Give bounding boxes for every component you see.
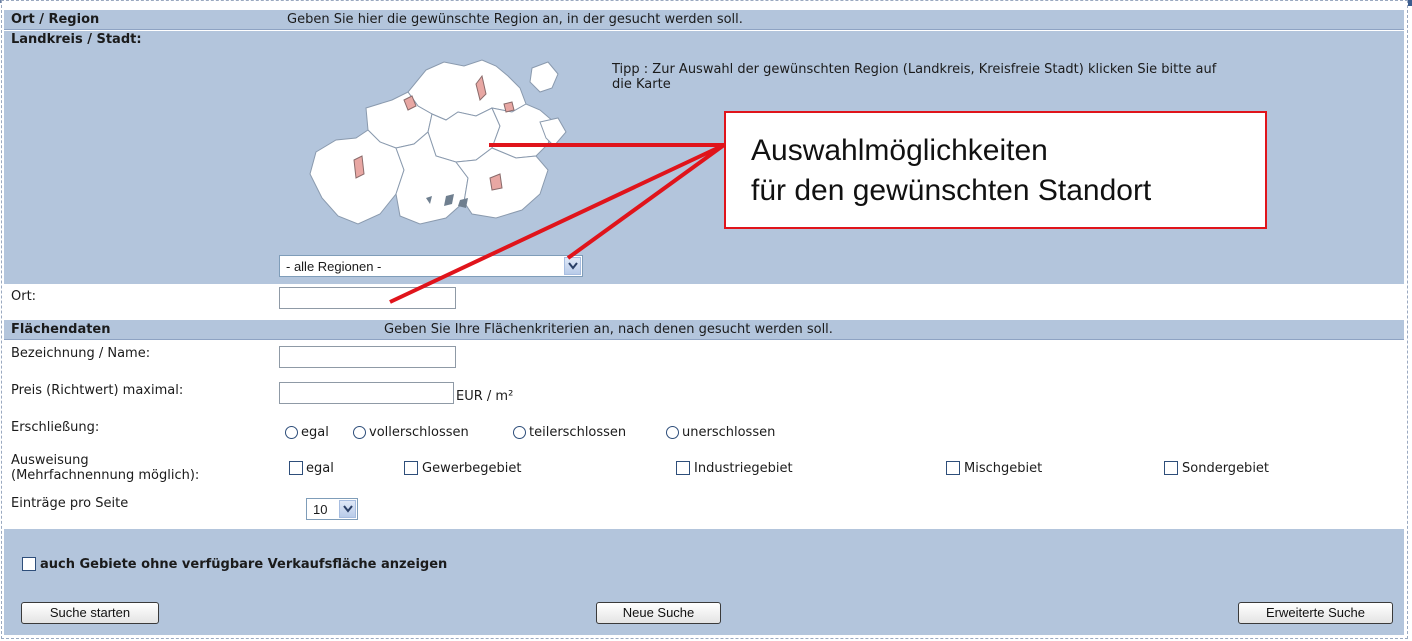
erschliessung-label: Erschließung: (11, 420, 100, 435)
per-page-select[interactable]: 10 (306, 498, 358, 520)
search-button[interactable]: Suche starten (21, 602, 159, 624)
new-search-button[interactable]: Neue Suche (596, 602, 721, 624)
radio-egal[interactable] (285, 426, 298, 439)
check-egal-label: egal (306, 461, 334, 476)
ausweisung-label: Ausweisung (11, 453, 89, 468)
radio-vollerschlossen-label: vollerschlossen (369, 425, 469, 440)
radio-teilerschlossen-label: teilerschlossen (529, 425, 627, 440)
radio-unerschlossen-label: unerschlossen (682, 425, 776, 440)
radio-vollerschlossen[interactable] (353, 426, 366, 439)
radio-egal-label: egal (301, 425, 329, 440)
name-input[interactable] (279, 346, 456, 368)
per-page-value: 10 (313, 502, 328, 517)
name-label: Bezeichnung / Name: (11, 346, 151, 361)
check-egal[interactable] (289, 461, 303, 475)
check-ohne-verkaufsflaeche-label: auch Gebiete ohne verfügbare Verkaufsflä… (40, 557, 448, 572)
check-mischgebiet-label: Mischgebiet (964, 461, 1043, 476)
price-label: Preis (Richtwert) maximal: (11, 383, 184, 398)
radio-unerschlossen[interactable] (666, 426, 679, 439)
flaechen-header: Flächendaten (11, 322, 111, 337)
radio-teilerschlossen[interactable] (513, 426, 526, 439)
price-input[interactable] (279, 382, 454, 404)
check-mischgebiet[interactable] (946, 461, 960, 475)
check-sondergebiet[interactable] (1164, 461, 1178, 475)
price-unit: EUR / m² (456, 389, 514, 404)
check-industriegebiet[interactable] (676, 461, 690, 475)
chevron-down-icon[interactable] (339, 500, 356, 518)
check-ohne-verkaufsflaeche[interactable] (22, 557, 36, 571)
check-gewerbegebiet-label: Gewerbegebiet (422, 461, 522, 476)
per-page-label: Einträge pro Seite (11, 496, 129, 511)
advanced-search-button[interactable]: Erweiterte Suche (1238, 602, 1393, 624)
check-industriegebiet-label: Industriegebiet (694, 461, 793, 476)
ausweisung-label-hint: (Mehrfachnennung möglich): (11, 468, 200, 483)
flaechen-header-hint: Geben Sie Ihre Flächenkriterien an, nach… (384, 322, 833, 337)
check-gewerbegebiet[interactable] (404, 461, 418, 475)
check-sondergebiet-label: Sondergebiet (1182, 461, 1270, 476)
